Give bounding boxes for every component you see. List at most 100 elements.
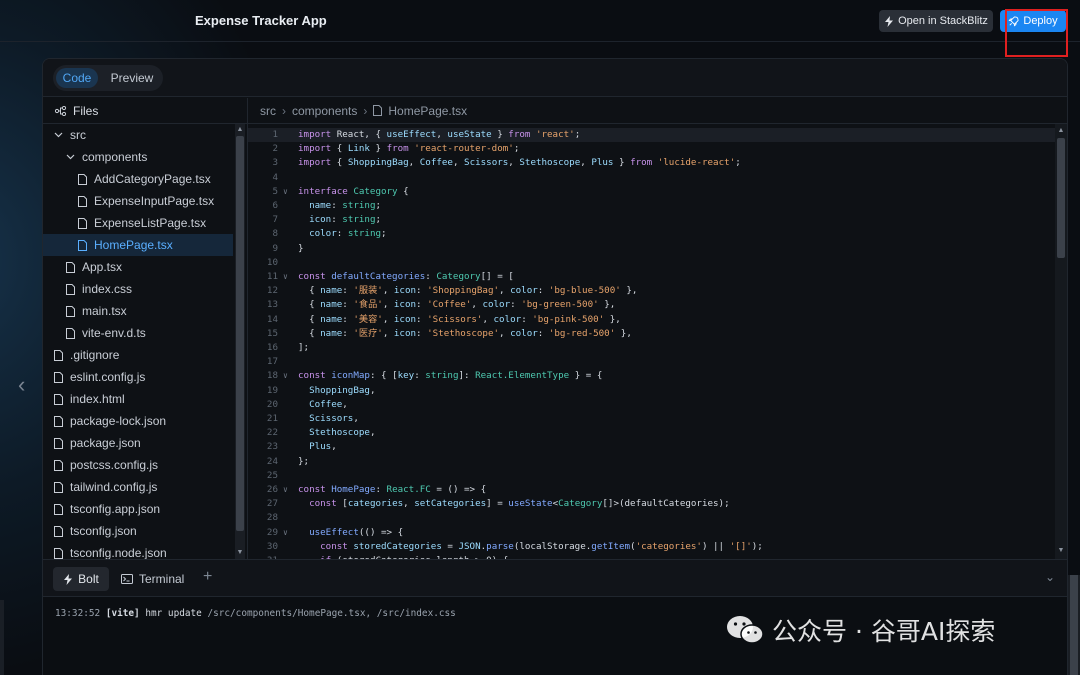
- file-item[interactable]: ExpenseListPage.tsx: [43, 212, 233, 234]
- code-line[interactable]: 14 { name: '美容', icon: 'Scissors', color…: [248, 313, 1055, 327]
- file-item[interactable]: tailwind.config.js: [43, 476, 233, 498]
- file-item[interactable]: tsconfig.app.json: [43, 498, 233, 520]
- code-token: 'Scissors': [427, 313, 483, 325]
- preview-tab[interactable]: Preview: [105, 68, 159, 88]
- code-tab[interactable]: Code: [56, 68, 98, 88]
- editor-scroll-thumb[interactable]: [1057, 138, 1065, 258]
- code-line[interactable]: 12 { name: '服装', icon: 'ShoppingBag', co…: [248, 284, 1055, 298]
- file-item[interactable]: AddCategoryPage.tsx: [43, 168, 233, 190]
- file-item[interactable]: package.json: [43, 432, 233, 454]
- fold-chevron-icon[interactable]: ∨: [283, 270, 288, 284]
- log-tag: [vite]: [105, 608, 140, 619]
- code-line[interactable]: 13 { name: '食品', icon: 'Coffee', color: …: [248, 298, 1055, 312]
- code-line[interactable]: 21 Scissors,: [248, 412, 1055, 426]
- code-line[interactable]: 6 name: string;: [248, 199, 1055, 213]
- file-item[interactable]: vite-env.d.ts: [43, 322, 233, 344]
- bolt-tab-label: Bolt: [78, 572, 99, 586]
- code-line[interactable]: 9}: [248, 242, 1055, 256]
- line-number: 2: [272, 143, 278, 155]
- file-item[interactable]: postcss.config.js: [43, 454, 233, 476]
- file-tree-scroll-thumb[interactable]: [236, 136, 244, 531]
- code-token: :: [336, 228, 348, 240]
- file-item[interactable]: eslint.config.js: [43, 366, 233, 388]
- code-line[interactable]: 1 import React, { useEffect, useState } f…: [248, 128, 1055, 143]
- page-scroll-thumb[interactable]: [1070, 575, 1078, 675]
- open-in-stackblitz-label: Open in StackBlitz: [898, 15, 988, 27]
- editor-scrollbar[interactable]: ▲ ▼: [1055, 124, 1067, 559]
- scroll-up-icon[interactable]: ▲: [235, 125, 245, 135]
- code-token: [] = [: [480, 271, 514, 282]
- file-item[interactable]: package-lock.json: [43, 410, 233, 432]
- code-token: 'lucide-react': [657, 157, 736, 169]
- code-line[interactable]: 20 Coffee,: [248, 398, 1055, 412]
- code-line[interactable]: 27 const [categories, setCategories] = u…: [248, 497, 1055, 511]
- code-text: const iconMap: { [key: string]: React.El…: [298, 369, 602, 383]
- code-line[interactable]: 18 ∨ const iconMap: { [key: string]: React…: [248, 369, 1055, 383]
- code-line[interactable]: 19 ShoppingBag,: [248, 384, 1055, 398]
- code-token: React, {: [336, 129, 387, 140]
- code-line[interactable]: 3 import { ShoppingBag, Coffee, Scissors,…: [248, 156, 1055, 170]
- scroll-down-icon[interactable]: ▼: [235, 548, 245, 558]
- fold-chevron-icon[interactable]: ∨: [283, 483, 288, 497]
- fold-chevron-icon[interactable]: ∨: [283, 185, 288, 199]
- scroll-up-icon[interactable]: ▲: [1056, 126, 1066, 136]
- fold-chevron-icon[interactable]: ∨: [283, 526, 288, 540]
- bolt-tab[interactable]: Bolt: [53, 567, 109, 591]
- file-icon: [51, 503, 65, 515]
- code-line[interactable]: 4: [248, 171, 1055, 185]
- page-scrollbar[interactable]: [1068, 575, 1080, 675]
- code-line[interactable]: 7 icon: string;: [248, 213, 1055, 227]
- code-line[interactable]: 22 Stethoscope,: [248, 426, 1055, 440]
- file-item[interactable]: index.html: [43, 388, 233, 410]
- code-line[interactable]: 17: [248, 355, 1055, 369]
- file-item[interactable]: tsconfig.json: [43, 520, 233, 542]
- code-line[interactable]: 24};: [248, 455, 1055, 469]
- scroll-down-icon[interactable]: ▼: [1056, 546, 1066, 556]
- file-item[interactable]: main.tsx: [43, 300, 233, 322]
- file-item[interactable]: tsconfig.node.json: [43, 542, 233, 559]
- code-token: const: [309, 498, 343, 510]
- code-line[interactable]: 25: [248, 469, 1055, 483]
- code-line[interactable]: 30 const storedCategories = JSON.parse(l…: [248, 540, 1055, 554]
- file-item[interactable]: App.tsx: [43, 256, 233, 278]
- code-line[interactable]: 5 ∨ interface Category {: [248, 185, 1055, 199]
- breadcrumb-file[interactable]: HomePage.tsx: [388, 104, 467, 118]
- code-token: :: [342, 327, 354, 339]
- code-token: color: [510, 285, 538, 297]
- code-line[interactable]: 29 ∨ useEffect(() => {: [248, 526, 1055, 540]
- code-line[interactable]: 10: [248, 256, 1055, 270]
- code-token: Plus: [591, 157, 614, 169]
- tree-item-label: App.tsx: [82, 260, 123, 274]
- file-item[interactable]: ExpenseInputPage.tsx: [43, 190, 233, 212]
- folder-item[interactable]: src: [43, 124, 233, 146]
- file-item[interactable]: HomePage.tsx: [43, 234, 233, 256]
- breadcrumb-src[interactable]: src: [260, 104, 276, 118]
- folder-item[interactable]: components: [43, 146, 233, 168]
- code-line[interactable]: 2 import { Link } from 'react-router-dom'…: [248, 142, 1055, 156]
- code-line[interactable]: 23 Plus,: [248, 440, 1055, 454]
- code-line[interactable]: 11 ∨ const defaultCategories: Category[] =…: [248, 270, 1055, 284]
- code-token: };: [298, 455, 310, 467]
- code-line[interactable]: 16];: [248, 341, 1055, 355]
- file-item[interactable]: index.css: [43, 278, 233, 300]
- code-token: ]:: [458, 370, 476, 382]
- terminal-tab[interactable]: Terminal: [121, 567, 184, 591]
- file-tree-scrollbar[interactable]: ▲ ▼: [235, 124, 245, 559]
- line-number: 21: [266, 413, 278, 424]
- open-in-stackblitz-button[interactable]: Open in StackBlitz: [879, 10, 993, 32]
- chevron-down-icon[interactable]: ⌄: [1045, 570, 1055, 584]
- breadcrumb-components[interactable]: components: [292, 104, 357, 118]
- chevron-right-icon: ›: [282, 103, 286, 118]
- chevron-left-icon[interactable]: ‹: [18, 372, 25, 398]
- code-token: : { [: [369, 370, 398, 382]
- code-line[interactable]: 26 ∨ const HomePage: React.FC = () => {: [248, 483, 1055, 497]
- fold-chevron-icon[interactable]: ∨: [283, 369, 288, 383]
- file-item[interactable]: .gitignore: [43, 344, 233, 366]
- code-editor[interactable]: 1 import React, { useEffect, useState } f…: [248, 124, 1055, 559]
- plus-icon[interactable]: +: [203, 568, 212, 586]
- code-line[interactable]: 28: [248, 511, 1055, 525]
- line-number: 11: [266, 271, 278, 282]
- code-line[interactable]: 8 color: string;: [248, 227, 1055, 241]
- code-line[interactable]: 15 { name: '医疗', icon: 'Stethoscope', co…: [248, 327, 1055, 341]
